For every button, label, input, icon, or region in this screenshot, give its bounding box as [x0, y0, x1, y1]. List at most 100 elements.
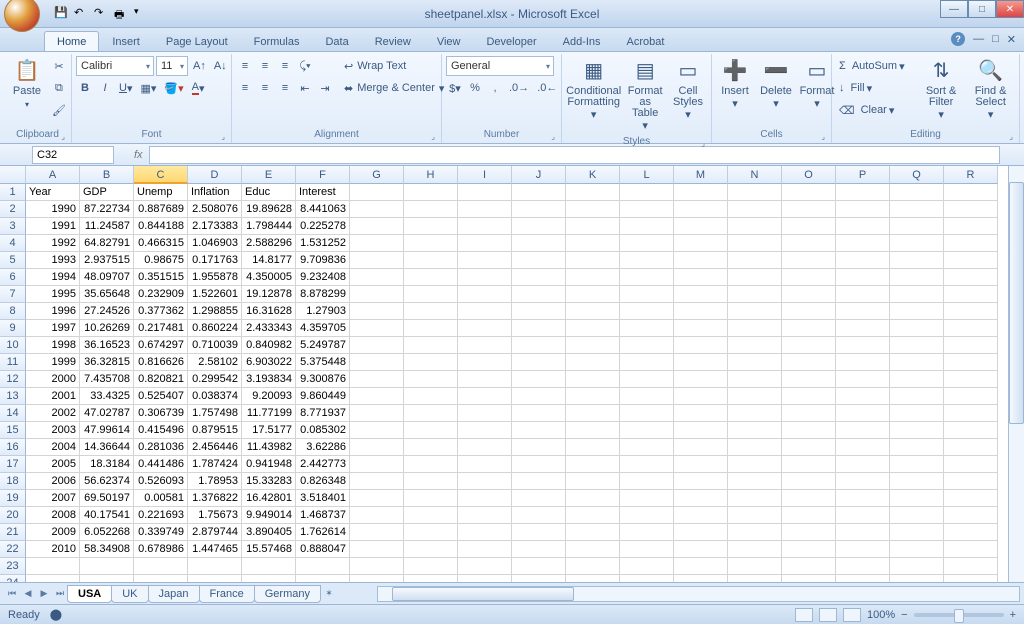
cell[interactable]: 3.193834 [242, 371, 296, 388]
column-header[interactable]: B [80, 166, 134, 184]
cell[interactable] [566, 184, 620, 201]
cell[interactable]: 36.16523 [80, 337, 134, 354]
cell[interactable] [566, 201, 620, 218]
fx-icon[interactable]: fx [134, 149, 143, 161]
cell[interactable] [404, 388, 458, 405]
cell[interactable]: 47.99614 [80, 422, 134, 439]
column-header[interactable]: G [350, 166, 404, 184]
cell[interactable] [890, 507, 944, 524]
cell[interactable] [512, 405, 566, 422]
cell[interactable]: 1991 [26, 218, 80, 235]
cell[interactable] [458, 490, 512, 507]
cell[interactable] [836, 286, 890, 303]
cell[interactable] [944, 218, 998, 235]
cell[interactable] [782, 388, 836, 405]
cell[interactable] [458, 507, 512, 524]
cell[interactable] [458, 473, 512, 490]
cell[interactable] [350, 269, 404, 286]
cell[interactable] [944, 184, 998, 201]
cell[interactable] [566, 252, 620, 269]
cell[interactable] [944, 473, 998, 490]
cell[interactable] [944, 422, 998, 439]
cell[interactable] [944, 456, 998, 473]
cell[interactable] [620, 337, 674, 354]
tab-acrobat[interactable]: Acrobat [614, 31, 678, 51]
fill-button[interactable]: ↓ Fill▾ [836, 78, 896, 98]
cell[interactable] [890, 252, 944, 269]
cell[interactable]: 1.27903 [296, 303, 350, 320]
cell[interactable] [674, 541, 728, 558]
cell[interactable] [512, 286, 566, 303]
cell[interactable]: 4.359705 [296, 320, 350, 337]
cell[interactable]: 2001 [26, 388, 80, 405]
cell[interactable] [458, 218, 512, 235]
sheet-nav-prev[interactable]: ◀ [20, 586, 36, 602]
insert-cells-button[interactable]: ➕Insert▾ [716, 56, 754, 112]
decrease-indent-button[interactable]: ⇤ [296, 78, 314, 98]
cell[interactable]: 6.052268 [80, 524, 134, 541]
bold-button[interactable]: B [76, 78, 94, 98]
cell[interactable] [350, 235, 404, 252]
align-top-button[interactable]: ≡ [236, 56, 254, 76]
cell[interactable] [674, 558, 728, 575]
cell[interactable]: 0.840982 [242, 337, 296, 354]
row-header[interactable]: 13 [0, 388, 26, 405]
cell[interactable] [404, 422, 458, 439]
cell[interactable] [566, 388, 620, 405]
cell[interactable] [782, 218, 836, 235]
row-header[interactable]: 14 [0, 405, 26, 422]
row-header[interactable]: 22 [0, 541, 26, 558]
cell[interactable] [890, 575, 944, 582]
cell[interactable]: 0.826348 [296, 473, 350, 490]
tab-formulas[interactable]: Formulas [241, 31, 313, 51]
sheet-nav-last[interactable]: ⏭ [52, 586, 68, 602]
cell[interactable] [404, 320, 458, 337]
cell[interactable]: 47.02787 [80, 405, 134, 422]
cell[interactable] [350, 422, 404, 439]
cell[interactable] [728, 320, 782, 337]
column-header[interactable]: H [404, 166, 458, 184]
cell[interactable] [944, 201, 998, 218]
cell[interactable] [836, 269, 890, 286]
save-icon[interactable]: 💾 [54, 6, 70, 22]
cell[interactable] [944, 269, 998, 286]
cell[interactable] [890, 354, 944, 371]
cell[interactable] [350, 371, 404, 388]
cell[interactable] [728, 490, 782, 507]
view-normal-button[interactable] [795, 608, 813, 622]
cell[interactable] [782, 575, 836, 582]
cell[interactable] [512, 422, 566, 439]
cell[interactable] [674, 269, 728, 286]
cell[interactable] [404, 507, 458, 524]
column-header[interactable]: D [188, 166, 242, 184]
tab-review[interactable]: Review [362, 31, 424, 51]
cell[interactable] [944, 286, 998, 303]
increase-indent-button[interactable]: ⇥ [316, 78, 334, 98]
cell[interactable] [404, 371, 458, 388]
format-as-table-button[interactable]: ▤Format as Table▾ [624, 56, 666, 134]
cell[interactable] [674, 490, 728, 507]
zoom-level[interactable]: 100% [867, 609, 895, 621]
cell[interactable] [512, 184, 566, 201]
cell[interactable]: 9.860449 [296, 388, 350, 405]
cell[interactable] [620, 388, 674, 405]
cell[interactable]: 0.674297 [134, 337, 188, 354]
cell[interactable] [890, 422, 944, 439]
cell[interactable]: 3.890405 [242, 524, 296, 541]
number-format-combo[interactable]: General [446, 56, 554, 76]
cell[interactable] [566, 235, 620, 252]
cell[interactable] [836, 371, 890, 388]
cell[interactable]: 0.339749 [134, 524, 188, 541]
zoom-out-button[interactable]: − [901, 609, 907, 621]
cell[interactable] [566, 490, 620, 507]
cell[interactable] [512, 507, 566, 524]
tab-insert[interactable]: Insert [99, 31, 153, 51]
column-header[interactable]: L [620, 166, 674, 184]
cell[interactable]: 2003 [26, 422, 80, 439]
cell[interactable] [458, 184, 512, 201]
cell[interactable] [944, 405, 998, 422]
cell[interactable] [404, 575, 458, 582]
delete-cells-button[interactable]: ➖Delete▾ [757, 56, 795, 112]
cell[interactable]: 0.844188 [134, 218, 188, 235]
cell[interactable] [944, 439, 998, 456]
